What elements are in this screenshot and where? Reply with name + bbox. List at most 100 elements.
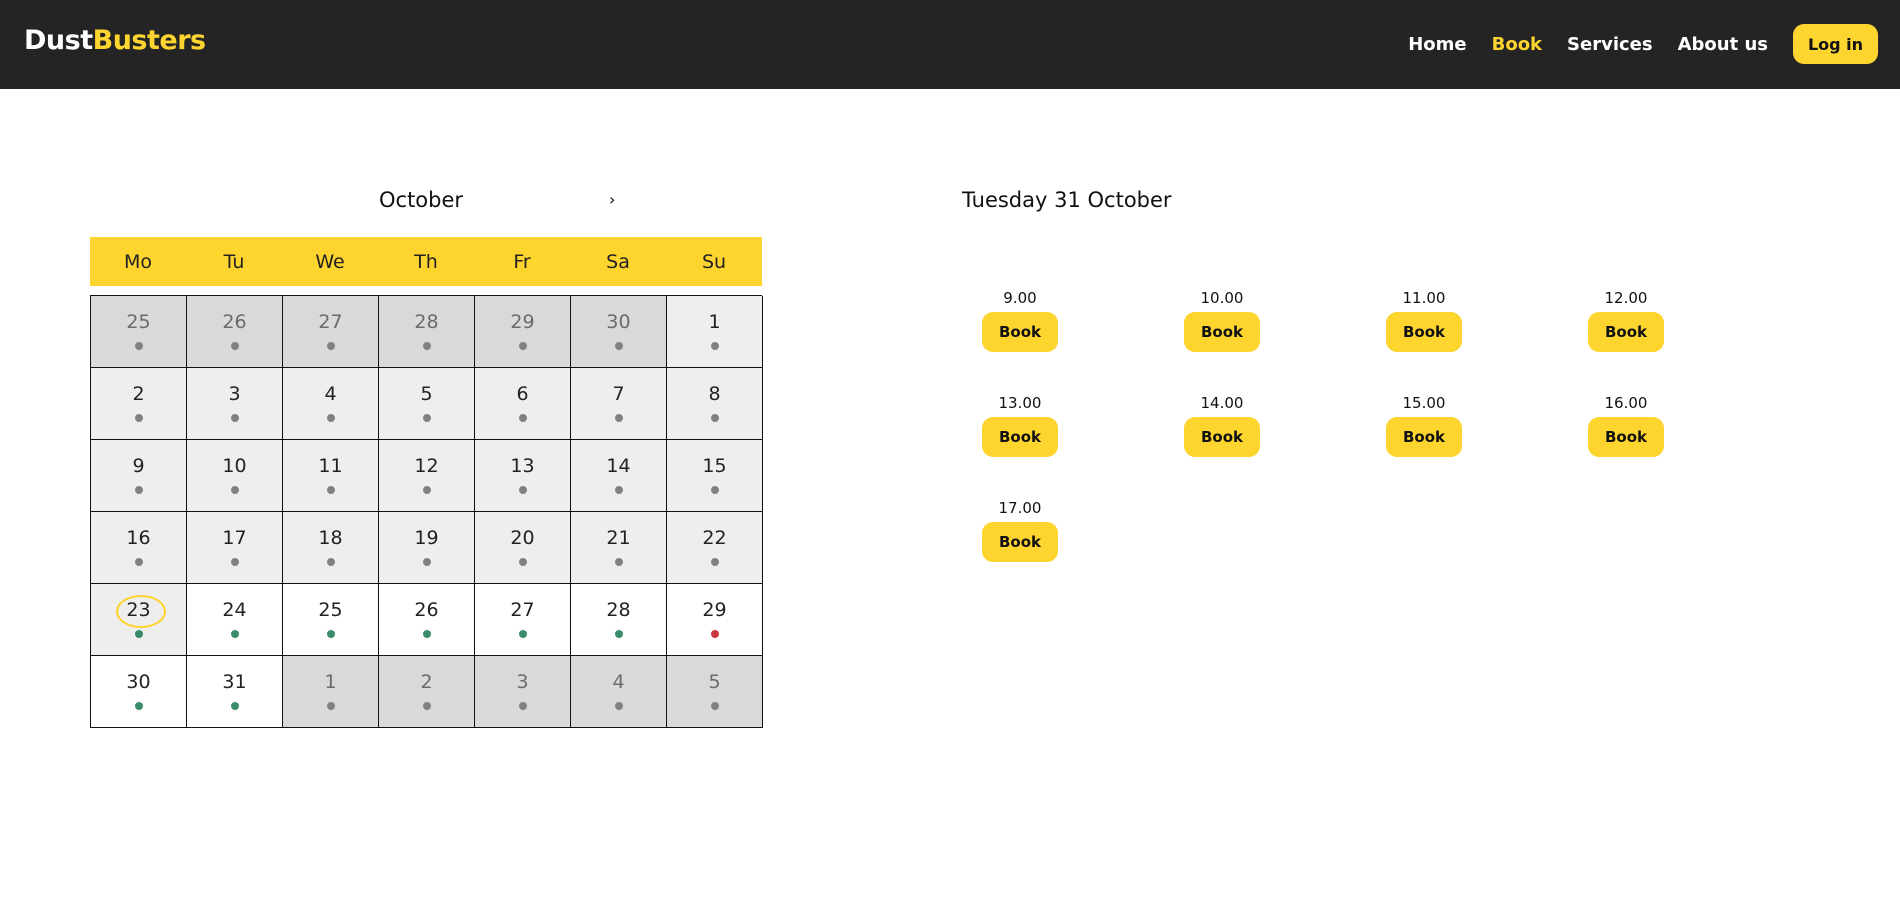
calendar-day[interactable]: 1 [667, 296, 763, 368]
calendar-day[interactable]: 25 [91, 296, 187, 368]
calendar-day[interactable]: 30 [571, 296, 667, 368]
calendar-day[interactable]: 10 [187, 440, 283, 512]
day-number: 24 [222, 599, 247, 621]
availability-dot-icon [710, 702, 719, 710]
calendar-day[interactable]: 3 [187, 368, 283, 440]
day-number: 13 [510, 455, 535, 477]
day-number: 5 [708, 671, 721, 693]
calendar-day[interactable]: 21 [571, 512, 667, 584]
calendar-day[interactable]: 4 [283, 368, 379, 440]
calendar-day[interactable]: 17 [187, 512, 283, 584]
calendar-day[interactable]: 4 [571, 656, 667, 728]
day-number: 17 [222, 527, 247, 549]
calendar-day[interactable]: 29 [475, 296, 571, 368]
day-number: 3 [516, 671, 529, 693]
calendar-day[interactable]: 5 [667, 656, 763, 728]
slot-time: 15.00 [1402, 394, 1446, 412]
time-slot: 15.00 Book [1366, 393, 1568, 498]
calendar-day[interactable]: 18 [283, 512, 379, 584]
slot-time: 10.00 [1200, 289, 1244, 307]
availability-dot-icon [710, 414, 719, 422]
calendar-day[interactable]: 23 [91, 584, 187, 656]
slot-time: 9.00 [1003, 289, 1037, 307]
calendar-day[interactable]: 28 [571, 584, 667, 656]
day-number: 1 [324, 671, 337, 693]
calendar-day[interactable]: 5 [379, 368, 475, 440]
book-slot-button[interactable]: Book [1588, 417, 1664, 457]
availability-dot-icon [422, 630, 431, 638]
calendar-day[interactable]: 26 [379, 584, 475, 656]
weekday-label: Su [701, 250, 727, 273]
day-number: 8 [708, 383, 721, 405]
calendar-day[interactable]: 24 [187, 584, 283, 656]
calendar-day[interactable]: 27 [475, 584, 571, 656]
calendar-day[interactable]: 30 [91, 656, 187, 728]
nav-link-about-us[interactable]: About us [1678, 34, 1768, 55]
day-number: 1 [708, 311, 721, 333]
day-number: 29 [510, 311, 535, 333]
calendar-day[interactable]: 1 [283, 656, 379, 728]
nav-link-book[interactable]: Book [1492, 34, 1542, 55]
availability-dot-icon [230, 342, 239, 350]
day-number: 30 [606, 311, 631, 333]
calendar-day[interactable]: 11 [283, 440, 379, 512]
calendar-day[interactable]: 12 [379, 440, 475, 512]
calendar-day[interactable]: 3 [475, 656, 571, 728]
slot-time: 11.00 [1402, 289, 1446, 307]
calendar-day[interactable]: 2 [91, 368, 187, 440]
calendar-day[interactable]: 13 [475, 440, 571, 512]
calendar-day[interactable]: 15 [667, 440, 763, 512]
calendar-day[interactable]: 16 [91, 512, 187, 584]
availability-dot-icon [230, 558, 239, 566]
calendar-day[interactable]: 19 [379, 512, 475, 584]
calendar-day[interactable]: 27 [283, 296, 379, 368]
availability-dot-icon [422, 414, 431, 422]
availability-dot-icon [710, 486, 719, 494]
calendar-day[interactable]: 25 [283, 584, 379, 656]
login-button[interactable]: Log in [1793, 24, 1878, 64]
availability-dot-icon [326, 702, 335, 710]
calendar-day[interactable]: 29 [667, 584, 763, 656]
day-number: 21 [606, 527, 631, 549]
book-slot-button[interactable]: Book [1588, 312, 1664, 352]
nav-link-services[interactable]: Services [1567, 34, 1653, 55]
book-slot-button[interactable]: Book [1184, 312, 1260, 352]
calendar-day[interactable]: 14 [571, 440, 667, 512]
calendar-day[interactable]: 28 [379, 296, 475, 368]
book-slot-button[interactable]: Book [982, 417, 1058, 457]
availability-dot-icon [134, 486, 143, 494]
selected-date-heading: Tuesday 31 October [962, 188, 1172, 212]
time-slot: 14.00 Book [1164, 393, 1366, 498]
calendar-day[interactable]: 22 [667, 512, 763, 584]
availability-dot-icon [710, 558, 719, 566]
day-number: 4 [612, 671, 625, 693]
time-slot: 11.00 Book [1366, 288, 1568, 393]
brand-logo[interactable]: DustBusters [24, 25, 206, 56]
availability-dot-icon [710, 630, 719, 638]
calendar-day[interactable]: 7 [571, 368, 667, 440]
calendar-day[interactable]: 9 [91, 440, 187, 512]
book-slot-button[interactable]: Book [982, 522, 1058, 562]
availability-dot-icon [134, 342, 143, 350]
calendar-day[interactable]: 8 [667, 368, 763, 440]
day-number: 2 [132, 383, 145, 405]
calendar-day[interactable]: 2 [379, 656, 475, 728]
book-slot-button[interactable]: Book [1386, 312, 1462, 352]
next-month-arrow-icon[interactable]: › [609, 190, 615, 209]
calendar-day[interactable]: 26 [187, 296, 283, 368]
calendar-day[interactable]: 31 [187, 656, 283, 728]
calendar-day[interactable]: 20 [475, 512, 571, 584]
day-number: 26 [222, 311, 247, 333]
time-slot: 12.00 Book [1568, 288, 1770, 393]
day-number: 30 [126, 671, 151, 693]
availability-dot-icon [614, 414, 623, 422]
book-slot-button[interactable]: Book [1386, 417, 1462, 457]
nav-link-home[interactable]: Home [1408, 34, 1466, 55]
book-slot-button[interactable]: Book [1184, 417, 1260, 457]
book-slot-button[interactable]: Book [982, 312, 1058, 352]
calendar-day[interactable]: 6 [475, 368, 571, 440]
availability-dot-icon [518, 486, 527, 494]
calendar-header: October › [90, 188, 762, 218]
month-label: October [379, 188, 464, 212]
day-number: 31 [222, 671, 247, 693]
